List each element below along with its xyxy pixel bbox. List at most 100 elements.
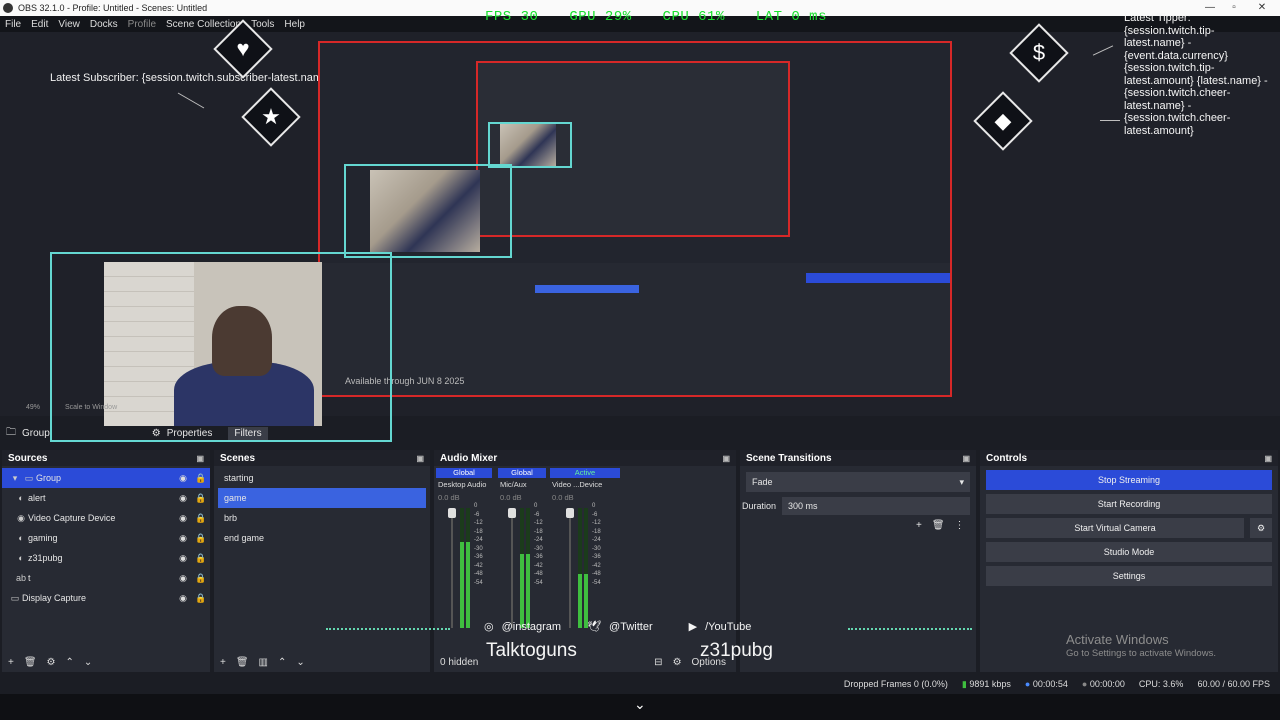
mic-fader-knob[interactable] [508,508,516,518]
move-down-icon[interactable]: ⌄ [84,657,92,668]
source-item-alert[interactable]: ◐ alert ◉ 🔒 [2,488,210,508]
duration-input[interactable]: 300 ms [782,497,970,515]
stop-streaming-button[interactable]: Stop Streaming [986,470,1272,490]
dropped-frames: Dropped Frames 0 (0.0%) [843,679,948,689]
db-tick: -12 [534,520,543,526]
scene-item-game[interactable]: game [218,488,426,508]
lock-icon[interactable]: 🔒 [192,573,210,584]
menu-view[interactable]: View [58,19,80,30]
zoom-level: 49% [26,404,41,411]
desktop-fader[interactable] [451,508,453,628]
lock-icon[interactable]: 🔒 [192,473,210,484]
scene-item-brb[interactable]: brb [218,508,426,528]
mic-fader[interactable] [511,508,513,628]
db-tick: -54 [534,579,543,586]
cpu-stat: CPU 61% [662,9,725,25]
lock-icon[interactable]: 🔒 [192,533,210,544]
source-item-display-capture[interactable]: ▭ Display Capture ◉ 🔒 [2,588,210,608]
bitrate: ▮ 9891 kbps [961,678,1011,689]
studio-mode-button[interactable]: Studio Mode [986,542,1272,562]
trash-icon[interactable]: 🗑 [236,657,249,668]
channel-name: Desktop Audio [438,480,487,489]
gear-icon[interactable]: ⚙ [1250,518,1272,538]
instagram-handle: @instagram [501,620,562,633]
video-meter [578,508,582,628]
desktop-scale: 0 -6 -12 -18 -24 -30 -36 -42 -48 -54 [474,502,483,587]
menu-profile[interactable]: Profile [128,19,156,30]
menu-scene-collection[interactable]: Scene Collection [166,19,241,30]
start-virtual-camera-button[interactable]: Start Virtual Camera [986,518,1244,538]
gear-icon[interactable]: ⚙ [47,657,56,668]
source-item-t[interactable]: ab t ◉ 🔒 [2,568,210,588]
add-icon[interactable]: + [220,657,226,668]
db-tick: -48 [592,571,601,577]
audio-mixer-dock: Audio Mixer ▣ Global Desktop Audio 0.0 dB… [434,450,736,672]
move-up-icon[interactable]: ⌃ [278,657,286,668]
source-item-z31pubg[interactable]: ◐ z31pubg ◉ 🔒 [2,548,210,568]
visibility-icon[interactable]: ◉ [174,573,192,584]
lock-icon[interactable]: 🔒 [192,493,210,504]
menu-help[interactable]: Help [284,19,305,30]
layout-icon[interactable]: ⊟ [654,657,662,668]
duration-row: Duration 300 ms [742,496,970,516]
scene-item-end-game[interactable]: end game [218,528,426,548]
db-tick: 0 [592,503,596,509]
undock-icon[interactable]: ▣ [722,454,730,463]
group-name: Group [22,427,50,439]
latest-tipper-text: Latest Tipper: {session.twitch.tip-lates… [1124,12,1268,137]
add-icon[interactable]: + [8,657,14,668]
visibility-icon[interactable]: ◉ [174,513,192,524]
visibility-icon[interactable]: ◉ [174,593,192,604]
add-icon[interactable]: + [916,520,922,531]
move-up-icon[interactable]: ⌃ [66,657,74,668]
source-item-video-capture[interactable]: ◉ Video Capture Device ◉ 🔒 [2,508,210,528]
source-item-group[interactable]: ▾ ▭ Group ◉ 🔒 [2,468,210,488]
start-recording-button[interactable]: Start Recording [986,494,1272,514]
signal-icon: ▮ [961,678,967,689]
mixer-header: Audio Mixer ▣ [434,450,736,466]
transition-select[interactable]: Fade ▾ [746,472,970,492]
desktop-fader-knob[interactable] [448,508,456,518]
move-down-icon[interactable]: ⌄ [296,657,304,668]
group-icon: ▭ [24,472,34,483]
undock-icon[interactable]: ▣ [416,454,424,463]
visibility-icon[interactable]: ◉ [174,553,192,564]
trash-icon[interactable]: 🗑 [24,657,37,668]
lock-icon[interactable]: 🔒 [192,513,210,524]
mixer-settings-icon[interactable]: ⚙ [673,657,682,668]
star-icon: ★ [261,104,281,129]
transition-buttons: + 🗑 ⋮ [916,520,965,531]
undock-icon[interactable]: ▣ [1264,454,1272,463]
visibility-icon[interactable]: ◉ [174,493,192,504]
video-fader-knob[interactable] [566,508,574,518]
nested-stop-button [806,273,950,283]
visibility-icon[interactable]: ◉ [174,533,192,544]
lock-icon[interactable]: 🔒 [192,593,210,604]
menu-file[interactable]: File [5,19,21,30]
more-icon[interactable]: ⋮ [955,520,965,531]
db-tick: -12 [474,520,483,526]
settings-button[interactable]: Settings [986,566,1272,586]
overlay-stats: FPS 30 GPU 29% CPU 61% LAT 0 ms [485,9,849,25]
undock-icon[interactable]: ▣ [196,454,204,463]
source-item-gaming[interactable]: ◐ gaming ◉ 🔒 [2,528,210,548]
visibility-icon[interactable]: ◉ [174,473,192,484]
trash-icon[interactable]: 🗑 [932,520,945,531]
duration-label: Duration [742,501,777,511]
menu-docks[interactable]: Docks [90,19,118,30]
window-title: OBS 32.1.0 - Profile: Untitled - Scenes:… [18,3,208,13]
youtube-icon: ▶ [688,621,698,633]
menu-edit[interactable]: Edit [31,19,48,30]
filter-icon[interactable]: ▥ [259,657,268,668]
db-tick: -48 [474,571,483,577]
nested-camera-frame-2 [488,122,572,168]
filters-button[interactable]: Filters [228,426,268,440]
sources-footer: + 🗑 ⚙ ⌃ ⌄ [2,652,210,672]
lock-icon[interactable]: 🔒 [192,553,210,564]
properties-button[interactable]: Properties [167,428,213,439]
menu-tools[interactable]: Tools [251,19,274,30]
heart-icon: ♥ [236,36,250,61]
scene-item-starting[interactable]: starting [218,468,426,488]
undock-icon[interactable]: ▣ [962,454,970,463]
video-fader[interactable] [569,508,571,628]
